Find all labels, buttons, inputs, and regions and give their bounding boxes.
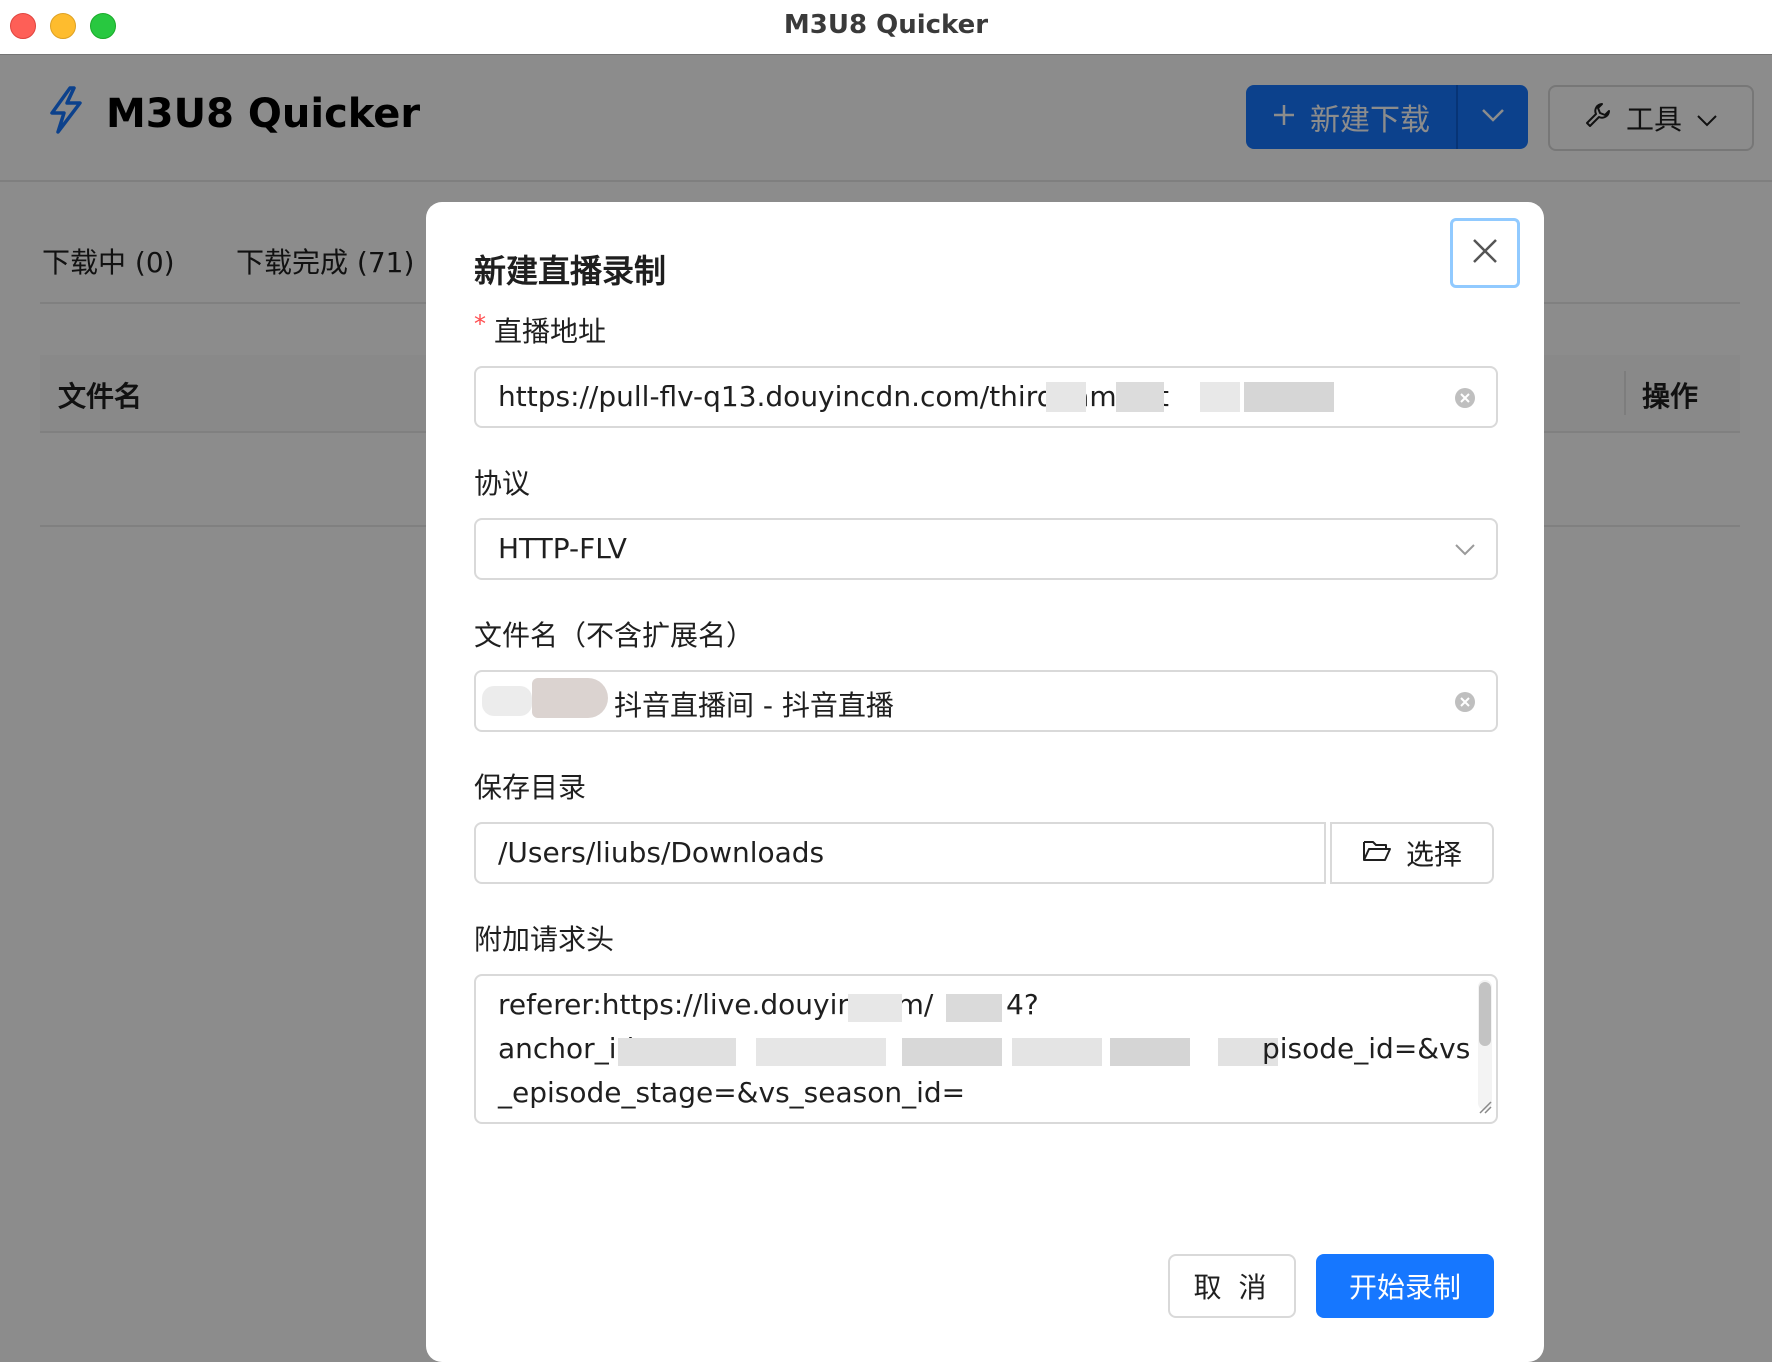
redaction-mask [848, 994, 902, 1022]
choose-dir-button[interactable]: 选择 [1330, 822, 1494, 884]
redaction-mask [946, 994, 1002, 1022]
protocol-select[interactable]: HTTP-FLV [474, 518, 1498, 580]
redaction-mask [756, 1038, 886, 1066]
redaction-mask [902, 1038, 1002, 1066]
redaction-mask [1046, 382, 1086, 412]
chevron-down-icon [1454, 538, 1476, 564]
live-url-label-text: 直播地址 [494, 315, 607, 348]
headers-line-tail: 4? [1006, 988, 1039, 1021]
window-title: M3U8 Quicker [783, 10, 989, 40]
redaction-mask [1116, 382, 1164, 412]
headers-line-tail: pisode_id=&vs [1262, 1032, 1471, 1065]
dialog-close-button[interactable] [1450, 218, 1520, 288]
redaction-mask [1244, 382, 1334, 412]
folder-open-icon [1362, 837, 1392, 870]
clear-icon[interactable] [1454, 691, 1476, 717]
redaction-mask [1012, 1038, 1102, 1066]
required-mark: * [474, 310, 486, 338]
redaction-mask [618, 1038, 736, 1066]
protocol-label: 协议 [474, 467, 531, 500]
filename-value: 抖音直播间 - 抖音直播 [614, 689, 894, 722]
redaction-mask [1110, 1038, 1190, 1066]
live-url-input[interactable]: https://pull-flv-q13.douyincdn.com/third… [474, 366, 1498, 428]
filename-input[interactable]: 抖音直播间 - 抖音直播 [474, 670, 1498, 732]
clear-icon[interactable] [1454, 387, 1476, 413]
new-live-record-dialog: 新建直播录制 * 直播地址 https://pull-flv-q13.douyin… [426, 202, 1544, 1362]
redaction-mask [482, 686, 532, 716]
save-dir-label: 保存目录 [474, 771, 587, 804]
filename-label: 文件名（不含扩展名） [474, 619, 755, 652]
resize-handle-icon[interactable] [1478, 1099, 1492, 1118]
live-url-label: * 直播地址 [474, 310, 606, 350]
window-titlebar: M3U8 Quicker [0, 0, 1772, 55]
headers-line: _episode_stage=&vs_season_id= [498, 1076, 966, 1109]
choose-dir-label: 选择 [1405, 838, 1462, 871]
protocol-value: HTTP-FLV [498, 532, 627, 565]
close-icon [1470, 236, 1500, 270]
textarea-scroll-thumb[interactable] [1479, 982, 1491, 1046]
cancel-button[interactable]: 取 消 [1168, 1254, 1296, 1318]
start-recording-button[interactable]: 开始录制 [1316, 1254, 1494, 1318]
save-dir-value: /Users/liubs/Downloads [498, 836, 825, 869]
dialog-title: 新建直播录制 [474, 252, 667, 290]
headers-textarea[interactable]: referer:https://live.douyin.com/ 4? anch… [474, 974, 1498, 1124]
headers-label: 附加请求头 [474, 923, 615, 956]
redaction-mask [532, 678, 608, 718]
save-dir-input[interactable]: /Users/liubs/Downloads [474, 822, 1326, 884]
redaction-mask [1200, 382, 1240, 412]
